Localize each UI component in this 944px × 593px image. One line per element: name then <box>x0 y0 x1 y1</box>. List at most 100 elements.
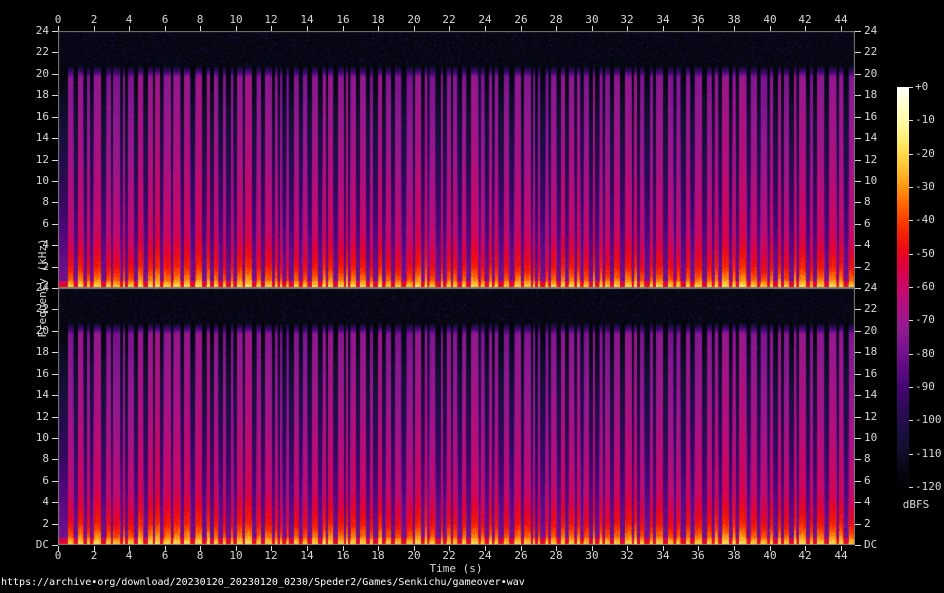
colorbar-tick <box>909 187 913 188</box>
x-tick-top <box>378 26 379 31</box>
y-tick-right <box>855 74 861 75</box>
x-tick-label-top: 12 <box>254 14 288 26</box>
x-tick-label-bottom: 28 <box>539 550 573 562</box>
y-tick-right <box>855 395 861 396</box>
y-tick-label-right: 22 <box>864 46 904 58</box>
x-tick-label-bottom: 0 <box>41 550 75 562</box>
footer-file-url: https://archive•org/download/20230120_20… <box>1 577 525 589</box>
y-tick-label-left: 16 <box>0 111 49 123</box>
x-tick-label-top: 22 <box>432 14 466 26</box>
y-tick-label-left: 6 <box>0 475 49 487</box>
x-tick-label-bottom: 22 <box>432 550 466 562</box>
x-tick-label-bottom: 20 <box>397 550 431 562</box>
x-tick-top <box>521 26 522 31</box>
colorbar-tick <box>909 154 913 155</box>
spectrogram-figure: 0022446688101012121414161618182020222224… <box>0 0 944 593</box>
colorbar-tick <box>909 320 913 321</box>
y-tick-right <box>855 160 861 161</box>
y-tick-label-right: 24 <box>864 25 904 37</box>
y-tick-right <box>855 545 861 546</box>
colorbar-tick <box>909 87 913 88</box>
x-tick-label-top: 36 <box>681 14 715 26</box>
y-tick-left <box>52 288 58 289</box>
x-tick-label-bottom: 38 <box>717 550 751 562</box>
x-tick-label-top: 6 <box>148 14 182 26</box>
y-tick-label-left: 18 <box>0 89 49 101</box>
y-tick-left <box>52 52 58 53</box>
y-tick-right <box>855 309 861 310</box>
x-tick-top <box>592 26 593 31</box>
y-tick-right <box>855 524 861 525</box>
x-tick-label-bottom: 42 <box>788 550 822 562</box>
colorbar-tick <box>909 220 913 221</box>
x-tick-top <box>805 26 806 31</box>
y-tick-right <box>855 52 861 53</box>
y-tick-label-left: 24 <box>0 25 49 37</box>
x-tick-label-top: 42 <box>788 14 822 26</box>
x-tick-label-top: 14 <box>290 14 324 26</box>
y-tick-left <box>52 395 58 396</box>
colorbar-tick <box>909 287 913 288</box>
y-tick-right <box>855 331 861 332</box>
y-axis-title: Frequency (kHz) <box>37 188 49 388</box>
x-tick-top <box>485 26 486 31</box>
y-tick-left <box>52 31 58 32</box>
x-tick-label-top: 32 <box>610 14 644 26</box>
x-tick-top <box>307 26 308 31</box>
spectrogram-channel-1-canvas <box>58 31 855 288</box>
colorbar-tick-label: -120 <box>915 481 944 493</box>
colorbar-tick-label: -40 <box>915 214 944 226</box>
colorbar-tick-label: -80 <box>915 348 944 360</box>
colorbar-tick <box>909 120 913 121</box>
y-tick-label-left: 10 <box>0 175 49 187</box>
x-tick-label-top: 10 <box>219 14 253 26</box>
y-tick-label-left: 14 <box>0 132 49 144</box>
y-tick-label-left: 12 <box>0 154 49 166</box>
x-tick-label-bottom: 2 <box>77 550 111 562</box>
y-tick-label-left: DC <box>0 539 49 551</box>
spectrogram-channel-2-canvas <box>58 288 855 545</box>
y-tick-right <box>855 267 861 268</box>
x-tick-top <box>200 26 201 31</box>
x-tick-label-bottom: 6 <box>148 550 182 562</box>
x-tick-label-top: 38 <box>717 14 751 26</box>
x-tick-label-top: 26 <box>504 14 538 26</box>
y-tick-left <box>52 245 58 246</box>
y-tick-left <box>52 74 58 75</box>
y-tick-label-right: DC <box>864 539 904 551</box>
y-tick-right <box>855 438 861 439</box>
y-tick-right <box>855 481 861 482</box>
x-tick-top <box>841 26 842 31</box>
x-tick-label-bottom: 16 <box>326 550 360 562</box>
x-tick-label-bottom: 14 <box>290 550 324 562</box>
y-tick-left <box>52 417 58 418</box>
x-tick-label-bottom: 40 <box>753 550 787 562</box>
x-tick-top <box>663 26 664 31</box>
colorbar-tick-label: -20 <box>915 148 944 160</box>
x-tick-top <box>449 26 450 31</box>
y-tick-right <box>855 138 861 139</box>
y-tick-right <box>855 202 861 203</box>
x-tick-label-top: 4 <box>112 14 146 26</box>
x-tick-label-top: 2 <box>77 14 111 26</box>
y-tick-left <box>52 160 58 161</box>
y-tick-label-left: 22 <box>0 46 49 58</box>
y-tick-left <box>52 481 58 482</box>
x-tick-label-bottom: 30 <box>575 550 609 562</box>
x-tick-label-top: 34 <box>646 14 680 26</box>
y-tick-right <box>855 502 861 503</box>
y-tick-label-left: 20 <box>0 68 49 80</box>
y-tick-left <box>52 117 58 118</box>
x-axis-title: Time (s) <box>356 563 556 575</box>
x-tick-top <box>343 26 344 31</box>
x-tick-top <box>94 26 95 31</box>
page: { "figure": { "width": 944, "height": 59… <box>0 0 944 593</box>
y-tick-left <box>52 524 58 525</box>
colorbar-tick <box>909 387 913 388</box>
y-tick-left <box>52 331 58 332</box>
x-tick-label-top: 28 <box>539 14 573 26</box>
x-tick-top <box>236 26 237 31</box>
y-tick-right <box>855 352 861 353</box>
y-tick-left <box>52 224 58 225</box>
x-tick-top <box>770 26 771 31</box>
